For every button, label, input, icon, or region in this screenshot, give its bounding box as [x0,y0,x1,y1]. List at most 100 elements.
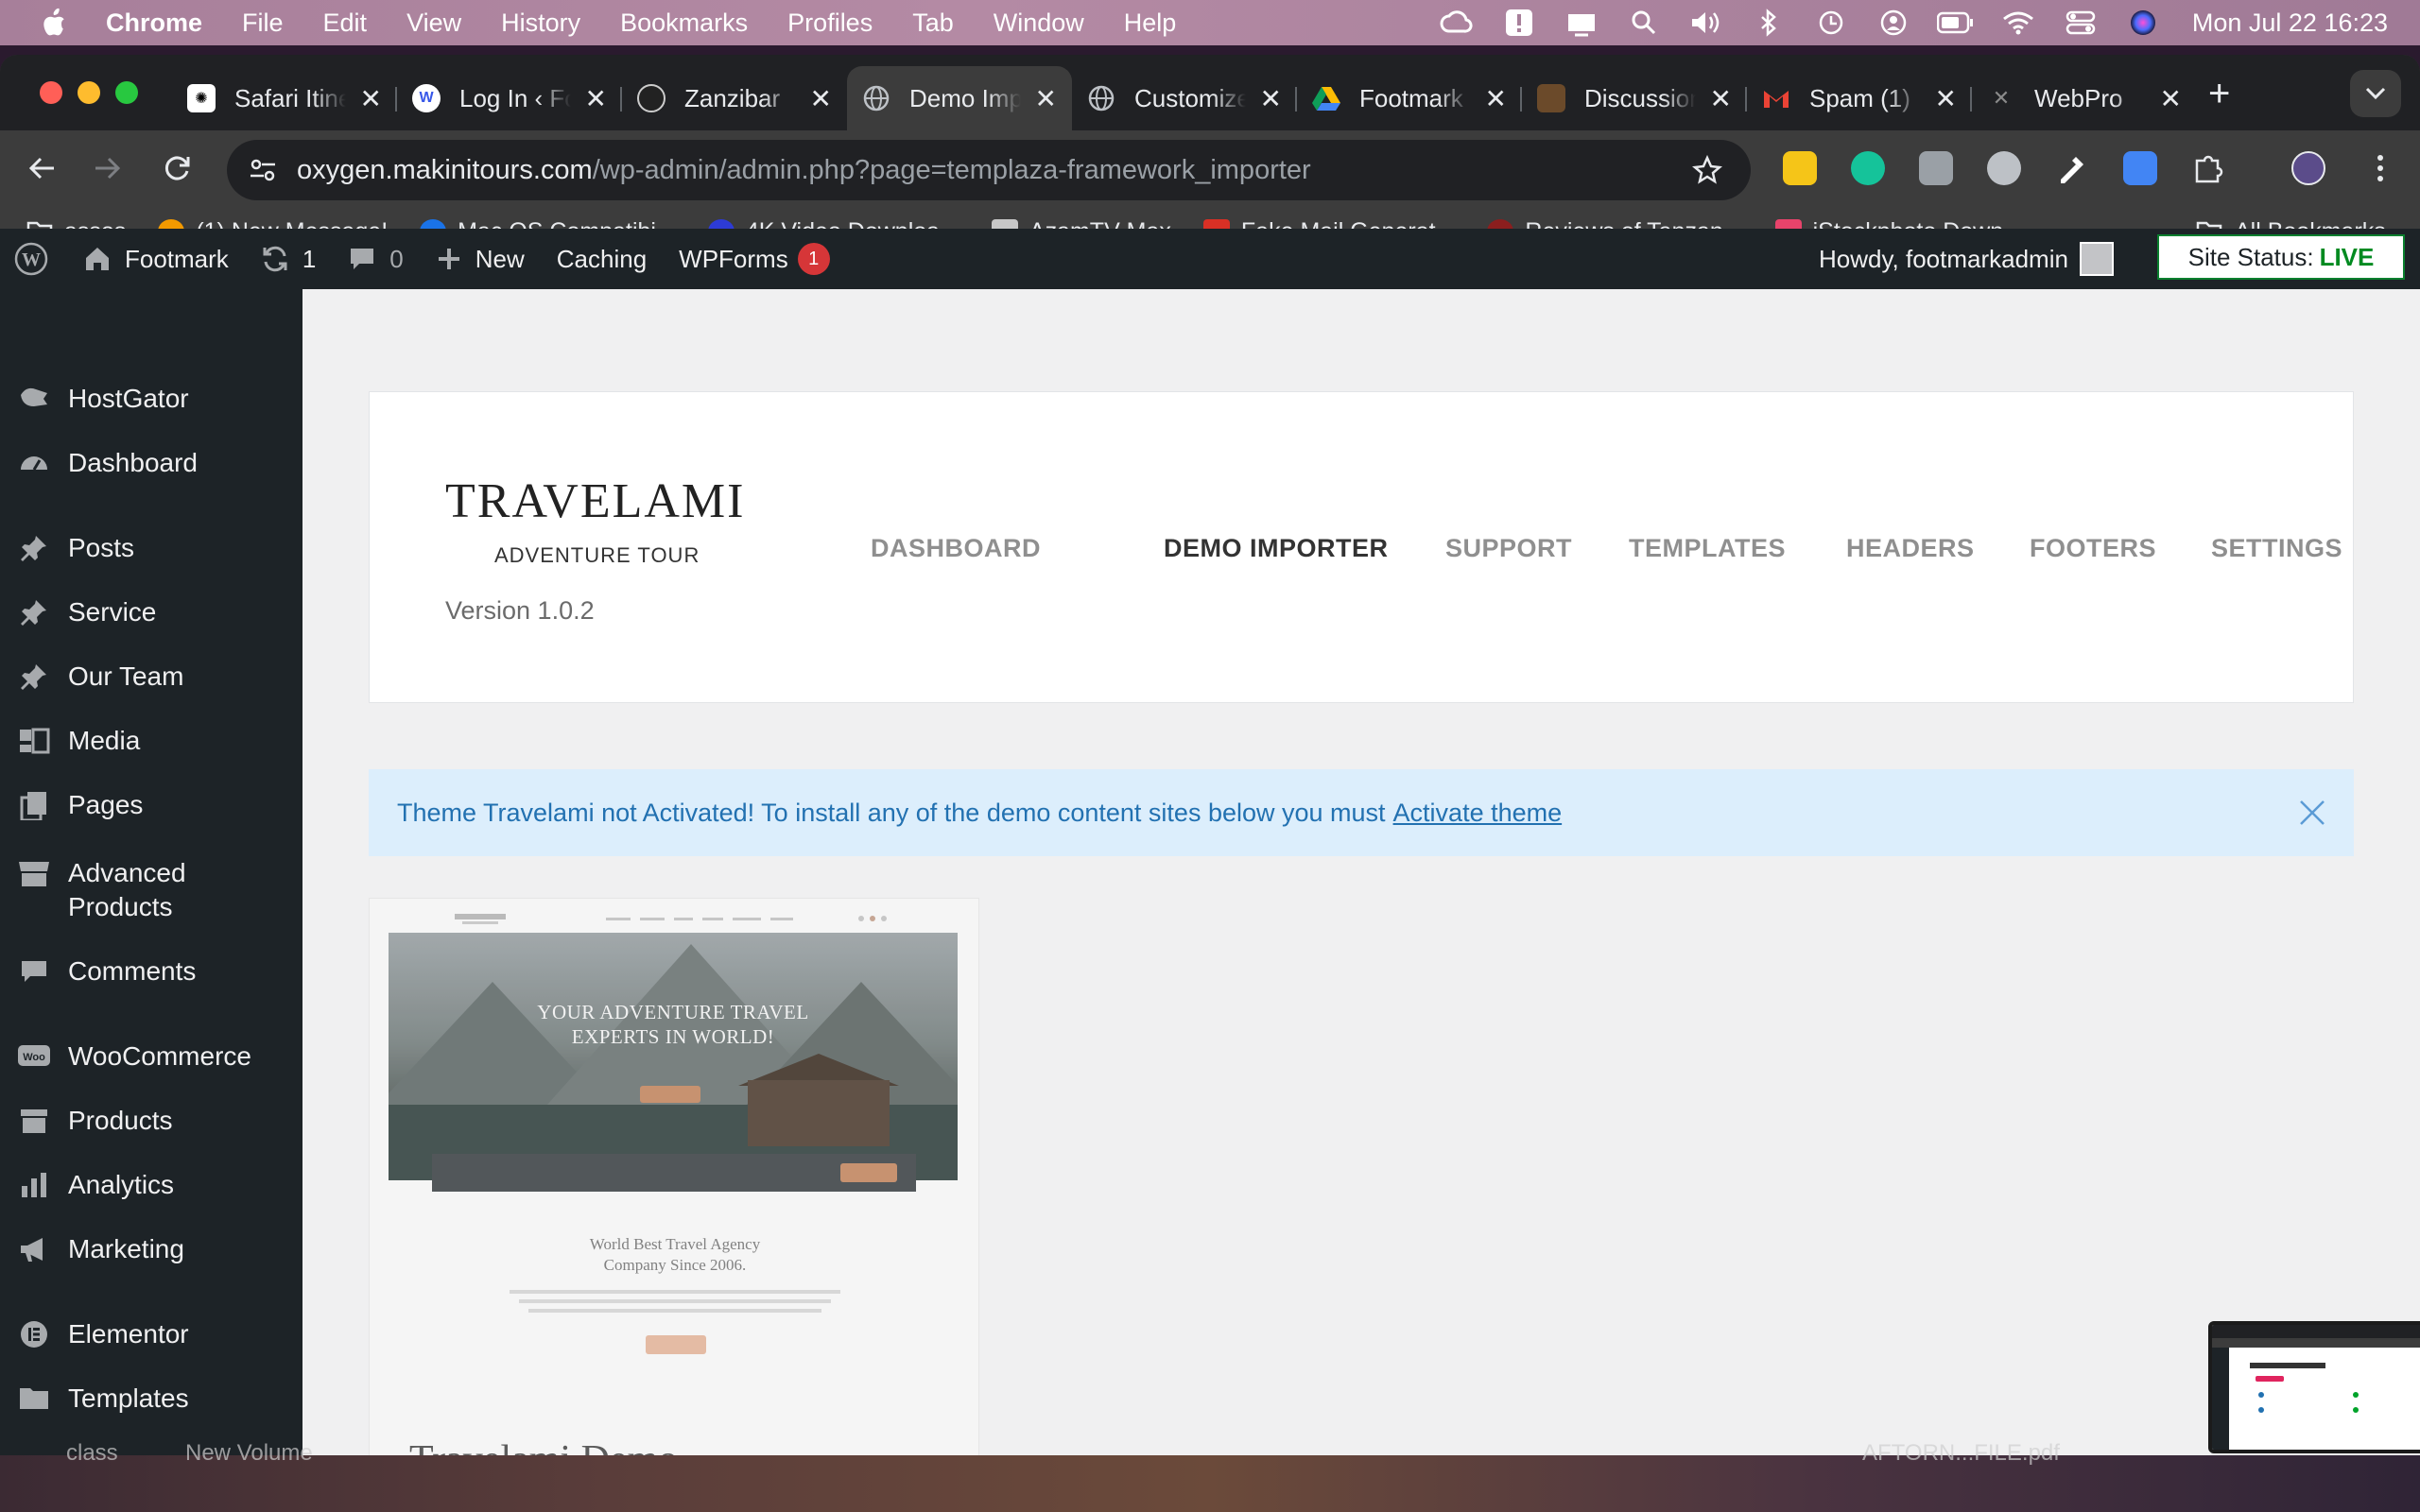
screen-share-icon[interactable] [1563,9,1600,37]
sidebar-item-marketing[interactable]: Marketing [0,1232,302,1266]
nav-templates[interactable]: TEMPLATES [1629,534,1786,563]
wpforms-link[interactable]: WPForms 1 [679,243,830,275]
site-status-badge[interactable]: Site Status: LIVE [2157,234,2405,280]
close-icon[interactable]: ✕ [1935,83,1957,114]
user-icon[interactable] [1875,9,1912,37]
close-window-button[interactable] [40,81,62,104]
control-center-icon[interactable] [2062,9,2100,37]
menu-window[interactable]: Window [994,9,1084,38]
desktop-item-label[interactable]: AFTORN...FILE.pdf [1862,1440,2060,1467]
sidebar-item-hostgator[interactable]: HostGator [0,382,302,416]
sidebar-item-pages[interactable]: Pages [0,788,302,822]
extension-doc-icon[interactable] [2123,151,2157,185]
desktop-item-label[interactable]: class [66,1440,118,1467]
desktop-item-label[interactable]: New Volume [185,1440,313,1467]
creative-cloud-icon[interactable] [1438,9,1476,37]
close-icon[interactable]: ✕ [1485,83,1507,114]
nav-settings[interactable]: SETTINGS [2211,534,2342,563]
new-tab-button[interactable]: + [2208,75,2230,112]
alert-icon[interactable] [1500,9,1538,37]
menu-tab[interactable]: Tab [912,9,954,38]
eyedropper-icon[interactable] [2055,151,2089,185]
activate-theme-link[interactable]: Activate theme [1393,799,1563,828]
menu-clock[interactable]: Mon Jul 22 16:23 [2192,9,2388,38]
extensions-puzzle-icon[interactable] [2191,151,2225,185]
close-icon[interactable]: ✕ [360,83,382,114]
wifi-icon[interactable] [1999,9,2037,37]
my-account-link[interactable]: Howdy, footmarkadmin [1819,229,2114,289]
sidebar-item-service[interactable]: Service [0,595,302,629]
tab-webpro[interactable]: ✕ WebPro ✕ [1972,66,2197,130]
sidebar-item-templates[interactable]: Templates [0,1382,302,1416]
sidebar-item-dashboard[interactable]: Dashboard [0,446,302,480]
wordpress-logo-icon[interactable]: W [13,241,49,277]
menu-help[interactable]: Help [1124,9,1177,38]
siri-icon[interactable] [2124,9,2162,37]
grammarly-icon[interactable] [1851,151,1885,185]
demo-card[interactable]: YOUR ADVENTURE TRAVEL EXPERTS IN WORLD! … [369,898,979,1455]
nav-headers[interactable]: HEADERS [1846,534,1975,563]
volume-icon[interactable] [1687,9,1725,37]
sidebar-item-elementor[interactable]: Elementor [0,1317,302,1351]
address-bar[interactable]: oxygen.makinitours.com/wp-admin/admin.ph… [227,140,1751,200]
nav-demo-importer[interactable]: DEMO IMPORTER [1164,534,1389,563]
close-icon[interactable]: ✕ [585,83,607,114]
bluetooth-icon[interactable] [1750,9,1788,37]
menu-file[interactable]: File [242,9,284,38]
close-icon[interactable]: ✕ [2160,83,2182,114]
zoom-window-button[interactable] [115,81,138,104]
close-icon[interactable]: ✕ [1710,83,1732,114]
close-icon[interactable]: ✕ [810,83,832,114]
tab-log-in[interactable]: W Log In ‹ Footmark ✕ [397,66,622,130]
reload-button[interactable] [157,147,199,189]
menu-chrome[interactable]: Chrome [106,9,202,38]
tab-discussion[interactable]: Discussion ✕ [1522,66,1747,130]
sidebar-item-media[interactable]: Media [0,724,302,758]
tab-customize[interactable]: Customize ✕ [1072,66,1297,130]
chrome-menu-icon[interactable] [2363,151,2397,185]
nav-support[interactable]: SUPPORT [1445,534,1572,563]
menu-view[interactable]: View [406,9,461,38]
screenshot-preview-thumbnail[interactable] [2208,1321,2420,1453]
menu-edit[interactable]: Edit [323,9,368,38]
comments-link[interactable]: 0 [348,245,404,274]
extension-cloud-icon[interactable] [1987,151,2021,185]
menu-history[interactable]: History [501,9,580,38]
sidebar-item-comments[interactable]: Comments [0,954,302,988]
back-button[interactable] [21,147,62,189]
bookmark-star-icon[interactable] [1692,155,1722,185]
minimize-window-button[interactable] [78,81,100,104]
tab-demo-importer[interactable]: Demo Importer ✕ [847,66,1072,130]
menu-profiles[interactable]: Profiles [787,9,873,38]
camera-icon[interactable] [1919,151,1953,185]
close-icon[interactable]: ✕ [1035,83,1057,114]
tab-safari-itinerary[interactable]: ✺ Safari Itinerary ✕ [172,66,397,130]
menu-bookmarks[interactable]: Bookmarks [620,9,748,38]
new-content-link[interactable]: New [436,245,525,274]
sidebar-item-posts[interactable]: Posts [0,531,302,565]
site-info-icon[interactable] [248,155,278,185]
extension-eyes-icon[interactable] [1783,151,1817,185]
sidebar-item-woocommerce[interactable]: Woo WooCommerce [0,1040,302,1074]
tab-zanzibar[interactable]: Zanzibar ✕ [622,66,847,130]
sidebar-item-products[interactable]: Products [0,1104,302,1138]
time-machine-icon[interactable] [1812,9,1850,37]
site-name-link[interactable]: Footmark [83,245,229,274]
sidebar-item-our-team[interactable]: Our Team [0,660,302,694]
close-icon[interactable]: ✕ [1260,83,1282,114]
battery-icon[interactable] [1936,9,1975,37]
sidebar-item-advanced-products[interactable]: Advanced Products [0,856,189,924]
tab-footmark[interactable]: Footmark ✕ [1297,66,1522,130]
tab-search-button[interactable] [2350,70,2401,117]
tab-spam[interactable]: Spam (1) ✕ [1747,66,1972,130]
search-icon[interactable] [1625,9,1663,37]
profile-avatar[interactable] [2291,151,2325,185]
forward-button[interactable] [87,147,129,189]
apple-icon[interactable] [40,8,68,38]
nav-footers[interactable]: FOOTERS [2030,534,2156,563]
caching-link[interactable]: Caching [557,245,647,274]
dismiss-close-icon[interactable] [2297,798,2327,828]
updates-link[interactable]: 1 [261,245,316,274]
sidebar-item-analytics[interactable]: Analytics [0,1168,302,1202]
nav-dashboard[interactable]: DASHBOARD [871,534,1041,563]
